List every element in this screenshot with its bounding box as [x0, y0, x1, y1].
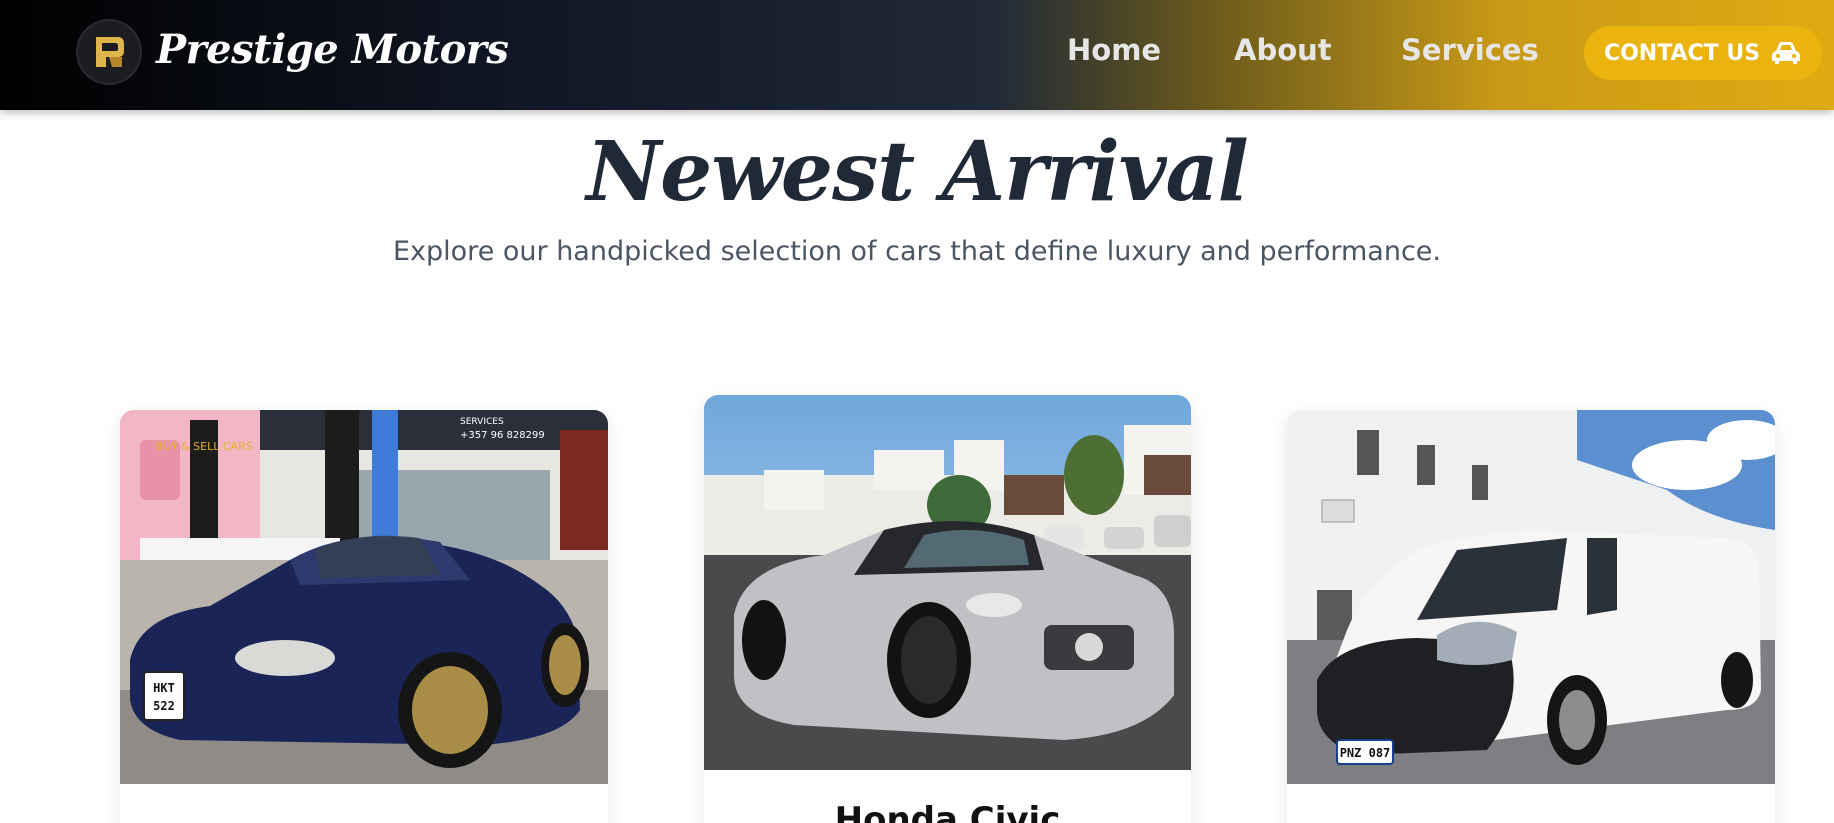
- car-card[interactable]: Honda Civic: [704, 395, 1191, 823]
- storefront-phone: +357 96 828299: [460, 430, 545, 441]
- svg-text:HKT: HKT: [153, 681, 175, 695]
- flag-text: BUY & SELL CARS: [155, 440, 252, 453]
- contact-us-button[interactable]: CONTACT US: [1584, 26, 1822, 80]
- silver-mercedes-convertible-photo[interactable]: [704, 395, 1191, 770]
- contact-us-label: CONTACT US: [1603, 40, 1761, 66]
- car-card[interactable]: PNZ 087: [1287, 410, 1775, 823]
- nav-link-about[interactable]: About: [1234, 33, 1332, 67]
- blue-convertible-photo[interactable]: BUY & SELL CARS +357 96 828299 SERVICES …: [120, 410, 608, 784]
- car-card[interactable]: BUY & SELL CARS +357 96 828299 SERVICES …: [120, 410, 608, 823]
- car-title: [120, 784, 608, 814]
- car-icon: [1772, 42, 1801, 64]
- nav-link-home[interactable]: Home: [1067, 33, 1161, 67]
- car-title: [1287, 784, 1775, 814]
- svg-text:522: 522: [153, 699, 175, 713]
- svg-text:PNZ 087: PNZ 087: [1340, 746, 1391, 760]
- white-van-photo[interactable]: PNZ 087: [1287, 410, 1775, 784]
- brand-name[interactable]: Prestige Motors: [156, 26, 509, 73]
- brand-logo-icon[interactable]: [78, 21, 140, 83]
- section-subtitle: Explore our handpicked selection of cars…: [392, 236, 1442, 267]
- nav-link-services[interactable]: Services: [1401, 33, 1539, 67]
- navbar: Prestige Motors Home About Services CONT…: [0, 0, 1834, 110]
- storefront-sign: SERVICES: [460, 417, 504, 427]
- car-title: Honda Civic: [834, 800, 1061, 823]
- section-title: Newest Arrival: [586, 124, 1249, 220]
